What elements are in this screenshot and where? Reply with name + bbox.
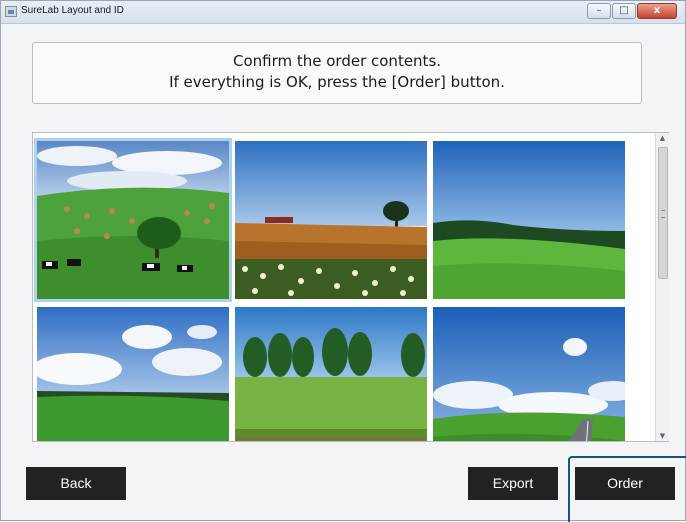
photo-thumbnail[interactable]: [235, 307, 427, 441]
title-bar[interactable]: SureLab Layout and ID – □ x: [1, 1, 685, 24]
photo-thumbnail[interactable]: [433, 141, 625, 299]
photo-thumbnail[interactable]: [34, 138, 232, 302]
field-with-tree-row-image: [235, 307, 427, 441]
minimize-icon: –: [596, 5, 602, 16]
hills-with-road-and-clouds-image: [433, 307, 625, 441]
maximize-button[interactable]: □: [612, 3, 636, 19]
instruction-box: Confirm the order contents. If everythin…: [32, 42, 642, 104]
instruction-line-2: If everything is OK, press the [Order] b…: [169, 73, 505, 91]
maximize-icon: □: [619, 5, 629, 16]
photo-thumbnail[interactable]: [235, 141, 427, 299]
instruction-line-1: Confirm the order contents.: [232, 52, 442, 70]
window-controls: – □ x: [586, 3, 677, 19]
field-with-hay-bales-and-cows-image: [37, 141, 229, 299]
back-button[interactable]: Back: [26, 467, 126, 500]
photo-thumbnail[interactable]: [433, 307, 625, 441]
gallery-scrollbar[interactable]: ▲ ▼: [655, 133, 669, 441]
grip-icon: [661, 210, 665, 218]
photo-thumbnail[interactable]: [37, 307, 229, 441]
scroll-up-icon[interactable]: ▲: [656, 133, 669, 143]
wheat-field-with-tree-image: [235, 141, 427, 299]
minimize-button[interactable]: –: [587, 3, 611, 19]
close-icon: x: [653, 5, 661, 16]
app-window: SureLab Layout and ID – □ x Confirm the …: [0, 0, 686, 522]
app-icon: [5, 6, 17, 17]
order-button-highlight: [568, 456, 686, 522]
meadow-with-clouds-image: [37, 307, 229, 441]
export-button[interactable]: Export: [468, 467, 558, 500]
scrollbar-thumb[interactable]: [658, 147, 668, 279]
window-title: SureLab Layout and ID: [21, 5, 124, 16]
photo-gallery: [32, 132, 669, 442]
scroll-down-icon[interactable]: ▼: [656, 431, 669, 441]
close-button[interactable]: x: [637, 3, 677, 19]
green-hill-with-forest-image: [433, 141, 625, 299]
